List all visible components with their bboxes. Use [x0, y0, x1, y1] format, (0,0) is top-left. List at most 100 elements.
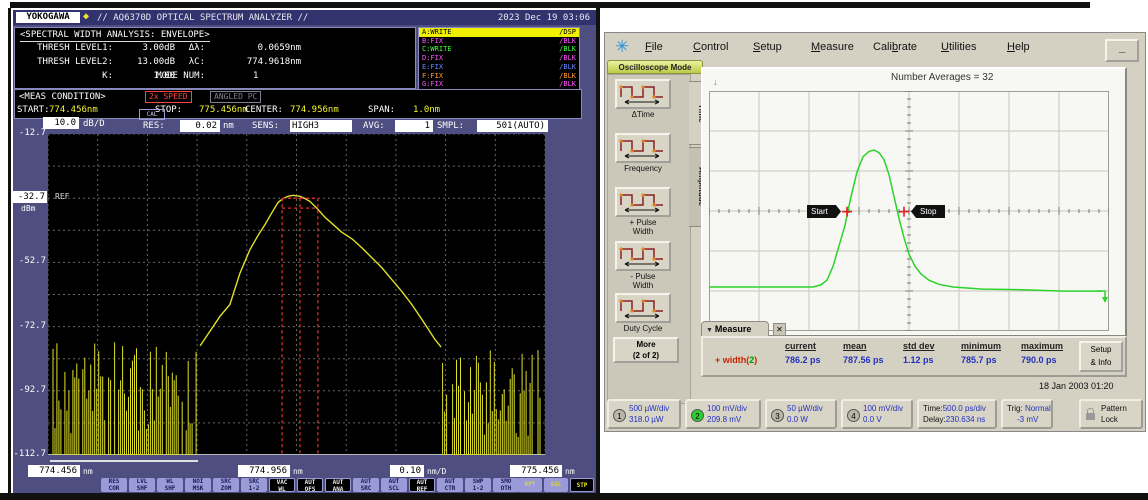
measure-tab-arrow-icon: ▼: [706, 327, 715, 334]
channel-1-button[interactable]: 1 500 µW/div 318.0 µW: [607, 399, 681, 429]
trigger-button[interactable]: Trig: Normal -3 mV: [1001, 399, 1053, 429]
setup-info-button[interactable]: Setup & Info: [1079, 341, 1123, 372]
measure-value-current: 786.2 ps: [785, 355, 821, 365]
sens-label: SENS:: [252, 121, 280, 131]
channel-4-button[interactable]: 4 100 mV/div 0.0 V: [841, 399, 913, 429]
softkey-wl-shf[interactable]: WL SHF: [157, 478, 183, 492]
softkey-swp-1-2[interactable]: SWP 1-2: [465, 478, 491, 492]
trace-row-b[interactable]: B:FIX/BLK: [419, 37, 579, 46]
tool-plus-pulse-width-button[interactable]: [615, 187, 671, 217]
trace-row-e[interactable]: E:FIX/BLK: [419, 63, 579, 72]
analysis-row-label: THRESH LEVEL2:: [37, 57, 113, 67]
trace-mode: /BLK: [559, 71, 576, 80]
softkey-sgl[interactable]: SGL: [544, 478, 568, 492]
trace-row-c[interactable]: C:WRITE/BLK: [419, 45, 579, 54]
softkey-line1: AUT: [360, 478, 372, 485]
analysis-title: <SPECTRAL WIDTH ANALYSIS: ENVELOPE>: [20, 30, 210, 42]
softkey-line1: NOI: [192, 478, 204, 485]
softkey-smo-oth[interactable]: SMO OTH: [493, 478, 519, 492]
softkey-aut-ana[interactable]: AUT ANA: [325, 478, 351, 493]
analysis-row: THRESH LEVEL2: 13.00dB λC: 774.9618nm: [15, 57, 415, 69]
start-cursor-tag[interactable]: Start: [807, 205, 841, 218]
menu-utilities[interactable]: Utilities: [941, 41, 976, 53]
softkey-label: SGL: [550, 481, 562, 488]
meas-condition-title: <MEAS CONDITION>: [19, 92, 106, 102]
softkey-line1: AUT: [304, 479, 316, 486]
softkey-line2: SRC: [360, 485, 372, 492]
trace-mode: /BLK: [559, 54, 576, 63]
tool-delta-time-button[interactable]: [615, 79, 671, 109]
minimize-button[interactable]: _: [1105, 39, 1139, 62]
softkey-src-1-2[interactable]: SRC 1-2: [241, 478, 267, 492]
menu-help[interactable]: Help: [1007, 41, 1030, 53]
channel-scale: 500 µW/div: [629, 404, 670, 413]
menu-calibrate[interactable]: Calibrate: [873, 41, 917, 53]
trace-mode: /BLK: [559, 45, 576, 54]
softkey-line1: RES: [108, 478, 120, 485]
softkey-vac-wl[interactable]: VAC WL: [269, 478, 295, 493]
trace-row-a[interactable]: A:WRITE/DSP: [419, 28, 579, 37]
analysis-row-label: THRESH LEVEL1:: [37, 43, 113, 53]
scope-datetime: 18 Jan 2003 01:20: [1039, 381, 1114, 391]
timebase-button[interactable]: Time:500.0 ps/div Delay:230.634 ns: [917, 399, 997, 429]
duty-cycle-icon: [619, 299, 663, 319]
more-button-line1: More: [636, 340, 656, 349]
menu-file[interactable]: File: [645, 41, 663, 53]
analysis-row-label2: MODE NUM:: [156, 71, 205, 81]
menu-setup[interactable]: Setup: [753, 41, 782, 53]
sens-value[interactable]: HIGH3: [290, 120, 352, 132]
tool-minus-pulse-width-caption: - Pulse: [630, 272, 656, 281]
measure-close-icon[interactable]: ✕: [773, 323, 786, 336]
measure-tab[interactable]: ▼ Measure: [701, 321, 769, 337]
softkey-aut-ofs[interactable]: AUT OFS: [297, 478, 323, 493]
softkey-line1: SMO: [500, 478, 512, 485]
tool-duty-cycle-button[interactable]: [615, 293, 671, 323]
trace-row-f[interactable]: F:FIX/BLK: [419, 72, 579, 81]
x-axis-value: 774.456: [28, 465, 80, 477]
menu-control[interactable]: Control: [693, 41, 728, 53]
smpl-value[interactable]: 501(AUTO): [477, 120, 548, 132]
level-scale-value[interactable]: 10.0: [43, 117, 79, 129]
channel-1-badge: 1: [613, 409, 626, 422]
y-axis-label: -52.7: [18, 256, 46, 267]
softkey-aut-ctr[interactable]: AUT CTR: [437, 478, 463, 492]
trace-name: E:FIX: [422, 62, 444, 71]
softkey-src-zom[interactable]: SRC ZOM: [213, 478, 239, 492]
softkey-line2: MSK: [192, 485, 204, 492]
softkey-line2: COR: [108, 485, 120, 492]
softkey-line2: 1-2: [248, 485, 260, 492]
softkey-aut-src[interactable]: AUT SRC: [353, 478, 379, 492]
spectrum-trace-svg: [47, 133, 546, 456]
channel-2-button[interactable]: 2 100 mV/div 209.8 mV: [685, 399, 761, 429]
softkey-line1: AUT: [444, 478, 456, 485]
oscilloscope-mode-tab[interactable]: Oscilloscope Mode: [607, 60, 703, 74]
menu-measure[interactable]: Measure: [811, 41, 854, 53]
softkey-res-cor[interactable]: RES COR: [101, 478, 127, 492]
softkey-aut-ref[interactable]: AUT REF: [409, 478, 435, 493]
trace-row-g[interactable]: G:FIX/BLK: [419, 80, 579, 89]
softkey-rpt[interactable]: RPT: [518, 478, 542, 492]
setup-info-line2: & Info: [1090, 358, 1112, 367]
osa-datetime: 2023 Dec 19 03:06: [497, 13, 590, 23]
tool-minus-pulse-width-button[interactable]: [615, 241, 671, 271]
speed-badge: 2x SPEED: [145, 91, 192, 103]
tool-frequency-button[interactable]: [615, 133, 671, 163]
channel-3-button[interactable]: 3 50 µW/div 0.0 W: [765, 399, 837, 429]
softkey-line2: OTH: [500, 485, 512, 492]
avg-value[interactable]: 1: [395, 120, 433, 132]
stop-cursor-tag[interactable]: Stop: [911, 205, 945, 218]
softkey-lvl-shf[interactable]: LVL SHF: [129, 478, 155, 492]
softkey-stp[interactable]: STP: [570, 478, 594, 492]
pattern-lock-button[interactable]: Pattern Lock: [1079, 399, 1143, 429]
softkey-noi-msk[interactable]: NOI MSK: [185, 478, 211, 492]
frequency-icon: [619, 139, 663, 159]
y-axis-unit: dBm: [21, 204, 36, 214]
softkey-aut-scl[interactable]: AUT SCL: [381, 478, 407, 492]
res-value[interactable]: 0.02: [180, 120, 220, 132]
more-button-line2: (2 of 2): [632, 351, 660, 360]
meas-field-value: 775.456nm: [199, 105, 248, 115]
more-button[interactable]: More (2 of 2): [613, 337, 679, 363]
x-axis-value: 775.456: [510, 465, 562, 477]
trace-row-d[interactable]: D:FIX/BLK: [419, 54, 579, 63]
measure-header-mean: mean: [843, 341, 867, 351]
